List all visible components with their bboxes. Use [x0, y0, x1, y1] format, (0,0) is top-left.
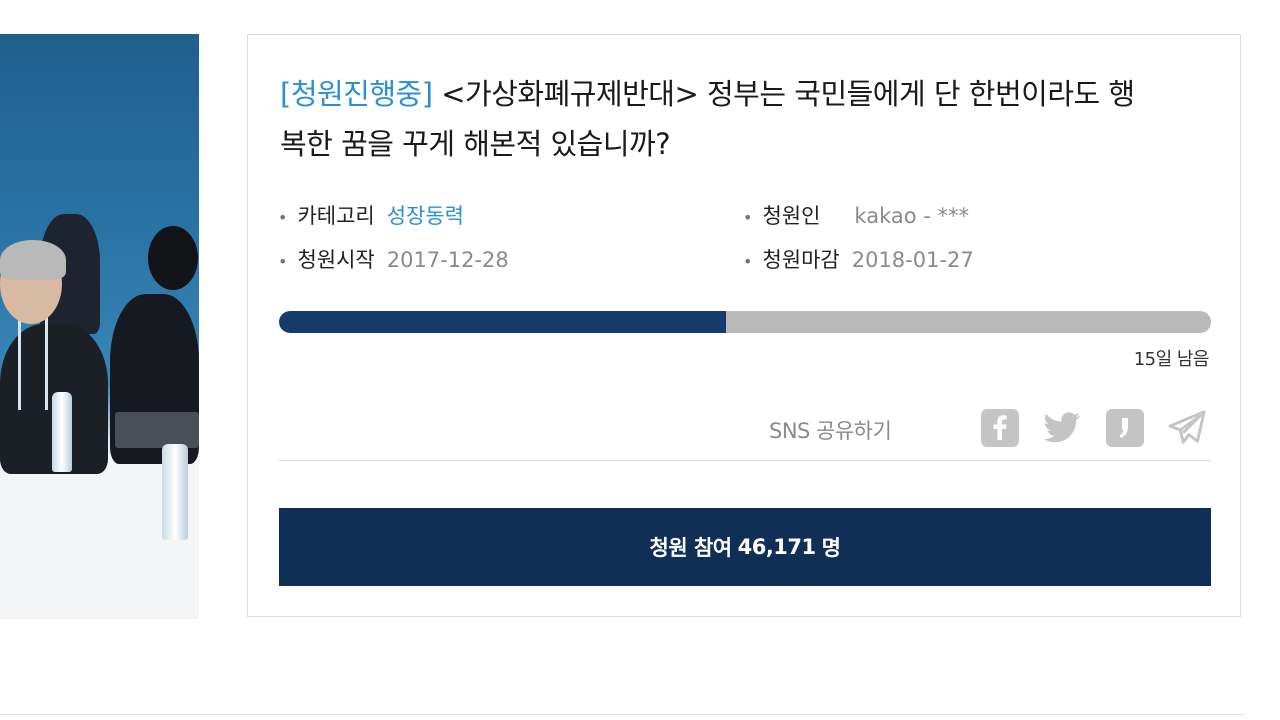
progress-bar [279, 311, 1211, 333]
category-value[interactable]: 성장동력 [387, 204, 464, 228]
start-date-row: • 청원시작 2017-12-28 [278, 245, 509, 275]
petitioner-label: 청원인 [762, 204, 821, 228]
section-divider [0, 714, 1244, 715]
divider [279, 460, 1211, 461]
petition-card: [청원진행중] <가상화폐규제반대> 정부는 국민들에게 단 한번이라도 행복한… [247, 34, 1241, 617]
end-label: 청원마감 [762, 248, 840, 272]
twitter-icon[interactable] [1043, 409, 1081, 447]
kakaostory-icon[interactable] [1106, 409, 1144, 447]
remaining-days: 15일 남음 [1133, 349, 1210, 370]
facebook-icon[interactable] [981, 409, 1019, 447]
petition-title[interactable]: [청원진행중] <가상화폐규제반대> 정부는 국민들에게 단 한번이라도 행복한… [280, 69, 1140, 169]
laptop [115, 412, 199, 448]
bullet-icon: • [743, 208, 753, 227]
water-bottle [52, 392, 72, 472]
join-label: 청원 참여 [649, 536, 733, 560]
seated-person-head [148, 226, 198, 290]
bullet-icon: • [278, 252, 288, 271]
join-petition-button[interactable]: 청원 참여 46,171 명 [279, 508, 1211, 586]
end-date-row: • 청원마감 2018-01-27 [743, 245, 974, 275]
telegram-icon[interactable] [1168, 409, 1206, 447]
participant-unit: 명 [821, 536, 841, 560]
end-value: 2018-01-27 [851, 248, 974, 272]
bullet-icon: • [278, 208, 288, 227]
start-value: 2017-12-28 [386, 248, 509, 272]
lanyard [18, 314, 48, 410]
category-row: • 카테고리 성장동력 [278, 201, 464, 231]
category-label: 카테고리 [297, 204, 375, 228]
sns-share-label: SNS 공유하기 [769, 419, 892, 443]
progress-fill [279, 311, 727, 333]
bullet-icon: • [743, 252, 753, 271]
news-photo [0, 34, 199, 619]
main-person-hair [0, 240, 66, 280]
participant-count: 46,171 [737, 535, 817, 559]
water-bottle [162, 444, 188, 540]
start-label: 청원시작 [297, 248, 375, 272]
petition-status: [청원진행중] [280, 77, 433, 111]
petitioner-row: • 청원인 kakao - *** [743, 201, 969, 231]
petitioner-value: kakao - *** [854, 204, 970, 228]
